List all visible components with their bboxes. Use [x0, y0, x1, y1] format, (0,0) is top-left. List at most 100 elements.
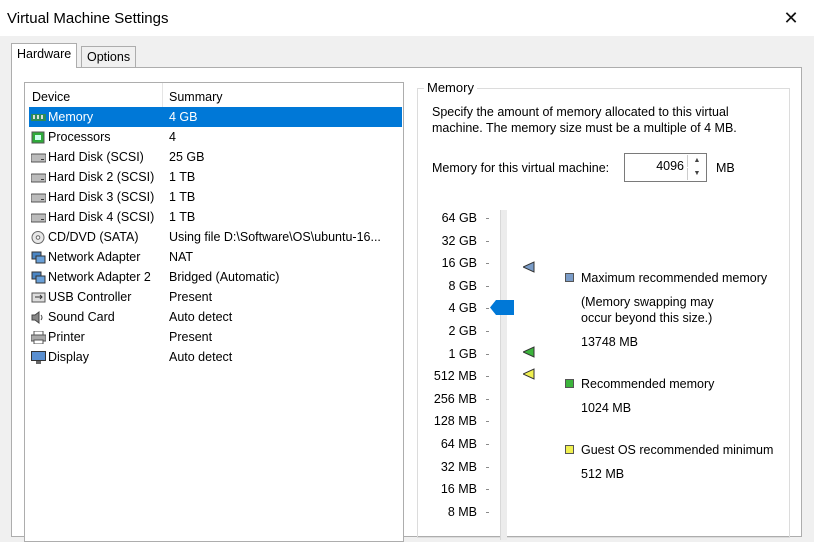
memory-slider-thumb[interactable]	[490, 300, 514, 315]
memory-scale-tick	[486, 285, 489, 287]
device-name: Hard Disk 2 (SCSI)	[48, 170, 155, 184]
device-summary: 1 TB	[169, 190, 196, 204]
memory-scale-label: 256 MB	[433, 391, 477, 406]
device-summary: 25 GB	[169, 150, 205, 164]
device-name: Hard Disk (SCSI)	[48, 150, 144, 164]
memory-scale-label: 64 MB	[440, 437, 477, 451]
memory-scale-label: 16 GB	[441, 256, 477, 271]
device-summary: 4 GB	[169, 110, 198, 124]
device-name: Memory	[48, 110, 94, 124]
close-icon[interactable]: ✕	[780, 6, 802, 30]
tab-options[interactable]: Options	[81, 46, 137, 68]
device-row[interactable]: USB Controller Present	[29, 287, 402, 307]
guest-min-label: Guest OS recommended minimum	[581, 443, 774, 457]
memory-scale-tick	[486, 421, 489, 423]
recommended-value: 1024 MB	[581, 401, 632, 415]
memory-scale-tick	[486, 489, 489, 491]
device-list[interactable]: Device Summary Memory 4 GB Processors 4 Hard…	[24, 82, 404, 542]
device-row[interactable]: CD/DVD (SATA) Using file D:\Software\OS\u…	[29, 227, 402, 247]
hard-disk-icon	[30, 150, 47, 163]
recommended-swatch	[565, 379, 574, 388]
device-name: USB Controller	[48, 290, 132, 304]
max-recommended-note-2: occur beyond this size.)	[581, 311, 713, 325]
device-row[interactable]: Processors 4	[29, 127, 402, 147]
max-recommended-note-1: (Memory swapping may	[581, 295, 714, 309]
guest-min-value: 512 MB	[581, 467, 625, 481]
hard-disk-icon	[30, 170, 47, 183]
network-adapter-icon	[31, 270, 46, 284]
device-name: Processors	[48, 130, 111, 144]
spin-down-icon[interactable]: ▼	[687, 168, 706, 180]
max-recommended-swatch	[565, 273, 574, 282]
memory-scale-label: 4 GB	[448, 301, 478, 316]
usb-icon	[31, 290, 46, 303]
device-summary: Present	[169, 290, 213, 304]
device-name: Hard Disk 3 (SCSI)	[48, 190, 155, 204]
memory-scale-tick	[486, 376, 489, 378]
memory-scale-label: 2 GB	[448, 324, 478, 338]
memory-scale-tick	[486, 240, 489, 242]
printer-icon	[30, 330, 47, 345]
max-recommended-label: Maximum recommended memory	[581, 271, 768, 285]
memory-spinbox[interactable]: 4096 ▲ ▼	[624, 153, 707, 182]
processor-icon	[31, 130, 46, 144]
memory-scale-label: 64 GB	[441, 211, 477, 225]
memory-scale-tick	[486, 398, 489, 400]
memory-scale-label: 8 GB	[448, 278, 478, 293]
recommended-label: Recommended memory	[581, 377, 715, 391]
memory-scale-tick	[486, 466, 489, 468]
memory-scale-tick	[486, 353, 489, 355]
device-summary: Bridged (Automatic)	[169, 270, 280, 284]
recommended-marker-icon	[523, 346, 535, 358]
memory-description: Specify the amount of memory allocated t…	[432, 105, 737, 135]
hard-disk-icon	[30, 190, 47, 203]
device-name: Printer	[48, 330, 85, 344]
device-summary: 4	[169, 130, 176, 144]
device-summary: Auto detect	[169, 310, 233, 324]
memory-unit-label: MB	[716, 161, 735, 175]
device-name: Sound Card	[48, 310, 115, 324]
memory-scale-tick	[486, 263, 489, 265]
device-name: Network Adapter	[48, 250, 141, 264]
tab-hardware[interactable]: Hardware	[11, 43, 78, 68]
device-summary: Auto detect	[169, 350, 233, 364]
device-row[interactable]: Network Adapter 2 Bridged (Automatic)	[29, 267, 402, 287]
column-header-device[interactable]: Device	[25, 87, 70, 108]
device-name: Hard Disk 4 (SCSI)	[48, 210, 155, 224]
memory-field-label: Memory for this virtual machine:	[432, 161, 610, 175]
memory-slider-track[interactable]	[500, 210, 507, 540]
memory-group-title: Memory	[424, 80, 477, 95]
memory-scale-tick	[486, 308, 489, 310]
max-recommended-marker-icon	[523, 261, 535, 273]
device-row[interactable]: Memory 4 GB	[29, 107, 402, 127]
device-summary: 1 TB	[169, 170, 196, 184]
memory-scale-tick	[486, 511, 489, 513]
column-header-summary[interactable]: Summary	[162, 87, 222, 108]
device-summary: Using file D:\Software\OS\ubuntu-16...	[169, 230, 381, 244]
guest-min-swatch	[565, 445, 574, 454]
memory-scale-tick	[486, 218, 489, 219]
memory-scale-label: 16 MB	[440, 482, 477, 497]
memory-scale-label: 32 GB	[441, 233, 477, 248]
device-row[interactable]: Sound Card Auto detect	[29, 307, 402, 327]
spin-up-icon[interactable]: ▲	[687, 155, 706, 167]
device-name: Display	[48, 350, 89, 364]
device-summary: NAT	[169, 250, 194, 264]
device-name: Network Adapter 2	[48, 270, 151, 284]
memory-scale-tick	[486, 444, 489, 445]
device-row[interactable]: Network Adapter NAT	[29, 247, 402, 267]
device-row[interactable]: Hard Disk 4 (SCSI) 1 TB	[29, 207, 402, 227]
device-row[interactable]: Hard Disk (SCSI) 25 GB	[29, 147, 402, 167]
device-row[interactable]: Hard Disk 2 (SCSI) 1 TB	[29, 167, 402, 187]
device-row[interactable]: Hard Disk 3 (SCSI) 1 TB	[29, 187, 402, 207]
memory-scale-label: 512 MB	[433, 369, 477, 384]
memory-value-input[interactable]: 4096	[656, 159, 684, 173]
device-row[interactable]: Display Auto detect	[29, 347, 402, 367]
device-row[interactable]: Printer Present	[29, 327, 402, 347]
memory-scale-label: 1 GB	[448, 346, 478, 361]
memory-scale-label: 8 MB	[447, 504, 477, 519]
memory-scale-tick	[486, 331, 489, 332]
memory-scale-label: 32 MB	[440, 459, 477, 474]
hard-disk-icon	[30, 210, 47, 223]
window-title: Virtual Machine Settings	[7, 10, 169, 27]
